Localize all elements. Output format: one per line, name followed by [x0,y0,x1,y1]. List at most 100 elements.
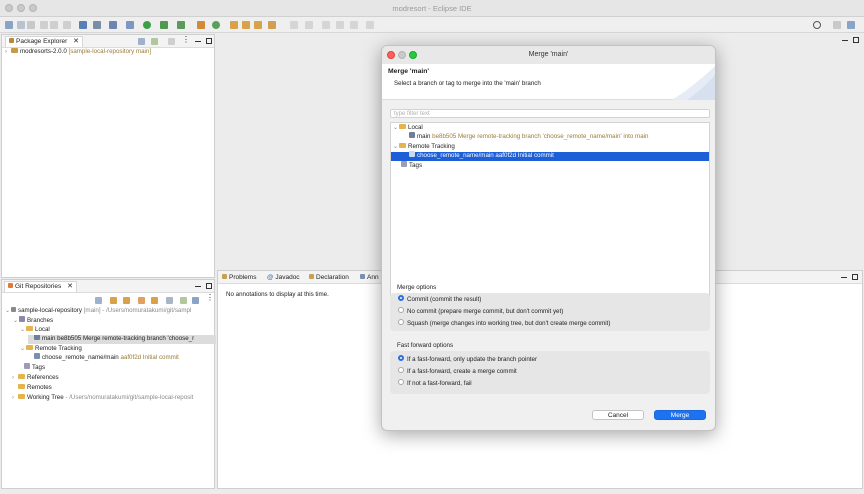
remotes-row[interactable]: Remotes [18,383,52,392]
filter-icon[interactable] [166,297,173,304]
link-editor-icon[interactable] [151,38,158,45]
working-tree-row[interactable]: › Working Tree - /Users/nomuratakumi/git/… [12,394,216,402]
tree-local-label: Local [408,124,423,131]
minimize-view-icon[interactable] [195,38,201,42]
view-menu-icon[interactable]: ⋮ [182,36,190,44]
tab-annotations[interactable]: Ann [360,273,379,282]
undo-icon[interactable] [40,21,48,29]
package-explorer-panel: Package Explorer ✕ ⋮ › modresorts-2.0.0 [… [1,34,215,278]
local-branch-row[interactable]: main be8b505 Merge remote-tracking branc… [28,335,216,344]
maximize-view-icon[interactable] [852,274,858,280]
merge-option-no-commit[interactable]: No commit (prepare merge commit, but don… [398,307,563,316]
tree-local-branch-name: main [417,133,431,140]
maximize-editor-icon[interactable] [853,37,859,43]
dialog-title: Merge 'main' [528,51,569,58]
search-tool-icon[interactable] [93,21,101,29]
remote-tracking-label: Remote Tracking [35,345,82,352]
maximize-view-icon[interactable] [206,283,212,289]
local-branch-text: main be8b505 Merge remote-tracking branc… [42,335,195,342]
pin-icon[interactable] [366,21,374,29]
merge-button[interactable]: Merge [654,410,706,420]
refresh-icon[interactable] [151,297,158,304]
open-perspective-icon[interactable] [833,21,841,29]
clone-repository-icon[interactable] [123,297,130,304]
back-icon[interactable] [336,21,344,29]
tab-declaration[interactable]: Declaration [309,273,349,282]
last-edit-icon[interactable] [322,21,330,29]
new-server-icon[interactable] [197,21,205,29]
local-row[interactable]: ⌄ Local [20,325,50,334]
remote-tracking-row[interactable]: ⌄ Remote Tracking [20,344,82,353]
ff-option-create-commit[interactable]: If a fast-forward, create a merge commit [398,367,517,376]
switch-icon[interactable] [192,297,199,304]
collapse-all-icon[interactable] [95,297,102,304]
open-resource-icon[interactable] [254,21,262,29]
tags-label: Tags [32,364,46,371]
dialog-close-button[interactable] [387,51,395,59]
tree-local-branch-row[interactable]: main be8b505 Merge remote-tracking branc… [409,132,649,141]
coverage-icon[interactable] [160,21,168,29]
build-icon[interactable] [109,21,117,29]
folder-icon [26,325,33,331]
project-row[interactable]: › modresorts-2.0.0 [sample-local-reposito… [5,47,151,56]
remote-branch-row[interactable]: choose_remote_name/main aaf0f2d Initial … [34,353,179,362]
tree-local-branch-detail: be8b505 Merge remote-tracking branch 'ch… [432,133,649,140]
save-icon[interactable] [17,21,25,29]
merge-option-squash[interactable]: Squash (merge changes into working tree,… [398,319,610,328]
references-row[interactable]: › References [12,373,59,382]
tree-remote-branch-row[interactable]: choose_remote_name/main aaf0f2d Initial … [391,151,709,161]
maximize-view-icon[interactable] [206,38,212,44]
branches-row[interactable]: ⌄ Branches [13,316,53,325]
redo-icon[interactable] [50,21,58,29]
add-repository-icon[interactable] [110,297,117,304]
collapse-all-icon[interactable] [138,38,145,45]
close-icon[interactable]: ✕ [73,38,79,45]
cut-icon[interactable] [63,21,71,29]
minimize-view-icon[interactable] [841,274,847,278]
tree-local-row[interactable]: ⌄ Local [393,123,423,132]
pen-icon[interactable] [268,21,276,29]
dialog-description: Select a branch or tag to merge into the… [394,80,541,87]
link-selection-icon[interactable] [180,297,187,304]
tab-problems[interactable]: Problems [222,273,256,282]
tags-row[interactable]: Tags [24,363,46,372]
new-java-class-icon[interactable] [212,21,220,29]
run-icon[interactable] [143,21,151,29]
cancel-button[interactable]: Cancel [592,410,644,420]
open-type-icon[interactable] [230,21,238,29]
ff-option-fail[interactable]: If not a fast-forward, fail [398,379,472,388]
new-icon[interactable] [5,21,13,29]
dialog-zoom-button[interactable] [409,51,417,59]
view-menu-icon[interactable]: ⋮ [206,294,214,302]
remote-branch-icon [409,151,415,158]
dialog-minimize-button[interactable] [398,51,406,59]
tab-javadoc[interactable]: @ Javadoc [267,273,300,282]
working-tree-path: - /Users/nomuratakumi/git/sample-local-r… [65,394,194,401]
tree-tags-row[interactable]: Tags [401,161,422,170]
forward-icon[interactable] [350,21,358,29]
folder-icon [399,142,406,148]
tab-git-repositories[interactable]: Git Repositories ✕ [4,281,77,292]
save-all-icon[interactable] [27,21,35,29]
minimize-view-icon[interactable] [195,283,201,287]
tab-package-explorer[interactable]: Package Explorer ✕ [5,36,83,47]
next-annotation-icon[interactable] [290,21,298,29]
repo-row[interactable]: ⌄ sample-local-repository [main] - /Users… [5,306,191,315]
ff-option-only-update[interactable]: If a fast-forward, only update the branc… [398,355,537,364]
java-perspective-icon[interactable] [847,21,855,29]
create-repository-icon[interactable] [138,297,145,304]
previous-annotation-icon[interactable] [305,21,313,29]
minimize-editor-icon[interactable] [842,37,848,41]
terminal-icon[interactable] [79,21,87,29]
project-icon [11,47,18,53]
search-icon[interactable] [813,21,821,29]
merge-option-commit[interactable]: Commit (commit the result) [398,295,481,304]
focus-icon[interactable] [168,38,175,45]
fast-forward-options-group: If a fast-forward, only update the branc… [390,351,710,394]
close-icon[interactable]: ✕ [67,283,73,290]
open-task-icon[interactable] [242,21,250,29]
debug-icon[interactable] [126,21,134,29]
external-tools-icon[interactable] [177,21,185,29]
filter-input[interactable]: type filter text [390,109,710,118]
tree-remote-tracking-row[interactable]: ⌄ Remote Tracking [393,142,455,151]
